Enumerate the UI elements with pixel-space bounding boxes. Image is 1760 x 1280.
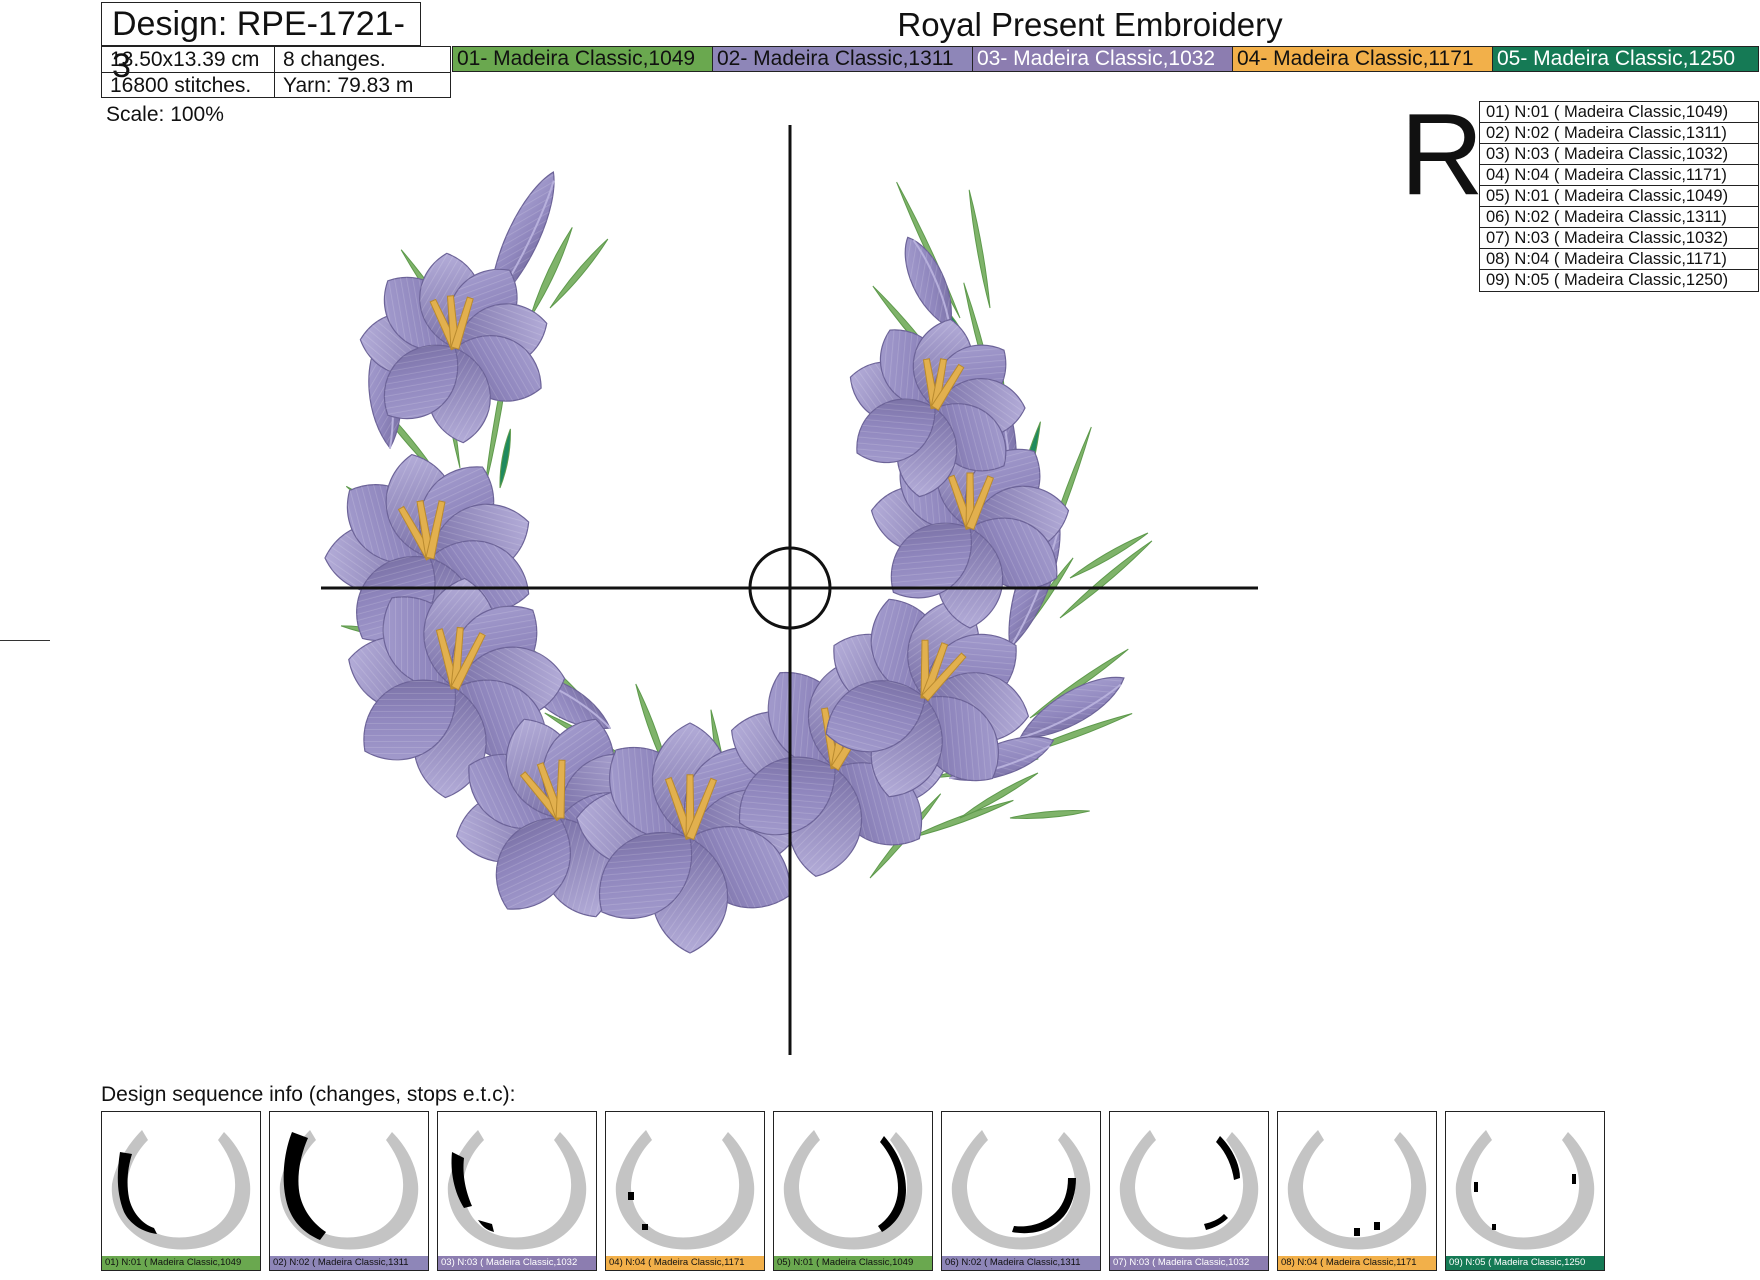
sequence-thumbnail: 05) N:01 ( Madeira Classic,1049	[773, 1111, 933, 1271]
sequence-thumbnail: 03) N:03 ( Madeira Classic,1032	[437, 1111, 597, 1271]
design-info-table: 13.50x13.39 cm 8 changes. 16800 stitches…	[101, 46, 451, 98]
sequence-thumbnails: 01) N:01 ( Madeira Classic,1049 02) N:02 …	[101, 1111, 1606, 1271]
thumbnail-silhouette	[279, 1130, 419, 1250]
thumbnail-label: 03) N:03 ( Madeira Classic,1032	[438, 1256, 596, 1270]
thumbnail-silhouette	[447, 1130, 587, 1250]
stop-item: 06) N:02 ( Madeira Classic,1311)	[1480, 207, 1758, 228]
stop-item: 07) N:03 ( Madeira Classic,1032)	[1480, 228, 1758, 249]
thumbnail-silhouette	[1119, 1130, 1259, 1250]
design-stitches: 16800 stitches.	[102, 72, 274, 98]
thumbnail-silhouette	[111, 1130, 251, 1250]
thumbnail-silhouette	[1287, 1130, 1427, 1250]
stop-item: 09) N:05 ( Madeira Classic,1250)	[1486, 271, 1729, 289]
edge-tick-mark	[0, 640, 50, 641]
thumbnail-label: 08) N:04 ( Madeira Classic,1171	[1278, 1256, 1436, 1270]
design-size: 13.50x13.39 cm	[110, 48, 260, 71]
thumbnail-label: 09) N:05 ( Madeira Classic,1250	[1446, 1256, 1604, 1270]
thumbnail-label: 07) N:03 ( Madeira Classic,1032	[1110, 1256, 1268, 1270]
stop-item: 08) N:04 ( Madeira Classic,1171)	[1480, 249, 1758, 270]
leaf-blade	[549, 238, 609, 309]
thumbnail-label: 05) N:01 ( Madeira Classic,1049	[774, 1256, 932, 1270]
r-logo-letter: R	[1400, 89, 1484, 219]
thumbnail-silhouette	[783, 1130, 923, 1250]
leaf-blade	[1009, 810, 1090, 820]
thread-swatch-1: 01- Madeira Classic,1049	[453, 47, 713, 71]
thread-color-bar: 01- Madeira Classic,1049 02- Madeira Clas…	[452, 46, 1759, 72]
leaf-blade	[499, 428, 511, 489]
thread-swatch-3: 03- Madeira Classic,1032	[973, 47, 1233, 71]
sequence-thumbnail: 09) N:05 ( Madeira Classic,1250	[1445, 1111, 1605, 1271]
thumbnail-label: 01) N:01 ( Madeira Classic,1049	[102, 1256, 260, 1270]
thread-swatch-2: 02- Madeira Classic,1311	[713, 47, 973, 71]
stop-item: 01) N:01 ( Madeira Classic,1049)	[1480, 102, 1758, 123]
sequence-thumbnail: 02) N:02 ( Madeira Classic,1311	[269, 1111, 429, 1271]
page-title: Royal Present Embroidery	[897, 6, 1283, 43]
design-yarn: Yarn: 79.83 m	[274, 72, 450, 98]
thumbnail-silhouette	[615, 1130, 755, 1250]
embroidery-preview	[321, 125, 1258, 1055]
thumbnail-silhouette	[1455, 1130, 1595, 1250]
scale-label: Scale: 100%	[106, 103, 224, 126]
leaf-blade	[968, 189, 991, 309]
stop-item: 02) N:02 ( Madeira Classic,1311)	[1480, 123, 1758, 144]
sequence-thumbnail: 01) N:01 ( Madeira Classic,1049	[101, 1111, 261, 1271]
crocus-wreath	[324, 171, 1153, 954]
thumbnail-label: 02) N:02 ( Madeira Classic,1311	[270, 1256, 428, 1270]
stop-sequence-list: 01) N:01 ( Madeira Classic,1049) 02) N:02…	[1479, 101, 1759, 292]
design-id-label: Design: RPE-1721-3	[101, 2, 421, 85]
sequence-thumbnail: 06) N:02 ( Madeira Classic,1311	[941, 1111, 1101, 1271]
leaf-blade	[909, 799, 1014, 839]
design-changes: 8 changes.	[274, 47, 450, 73]
sequence-thumbnail: 04) N:04 ( Madeira Classic,1171	[605, 1111, 765, 1271]
thumbnail-silhouette	[951, 1130, 1091, 1250]
leaf-blade	[1059, 540, 1153, 619]
thumbnail-label: 04) N:04 ( Madeira Classic,1171	[606, 1256, 764, 1270]
sequence-thumbnail: 08) N:04 ( Madeira Classic,1171	[1277, 1111, 1437, 1271]
sequence-thumbnail: 07) N:03 ( Madeira Classic,1032	[1109, 1111, 1269, 1271]
sequence-info-label: Design sequence info (changes, stops e.t…	[101, 1083, 516, 1106]
stop-item: 05) N:01 ( Madeira Classic,1049)	[1480, 186, 1758, 207]
stop-item: 03) N:03 ( Madeira Classic,1032)	[1480, 144, 1758, 165]
stop-item: 04) N:04 ( Madeira Classic,1171)	[1480, 165, 1758, 186]
thread-swatch-5: 05- Madeira Classic,1250	[1493, 47, 1758, 71]
thumbnail-label: 06) N:02 ( Madeira Classic,1311	[942, 1256, 1100, 1270]
thread-swatch-4: 04- Madeira Classic,1171	[1233, 47, 1493, 71]
